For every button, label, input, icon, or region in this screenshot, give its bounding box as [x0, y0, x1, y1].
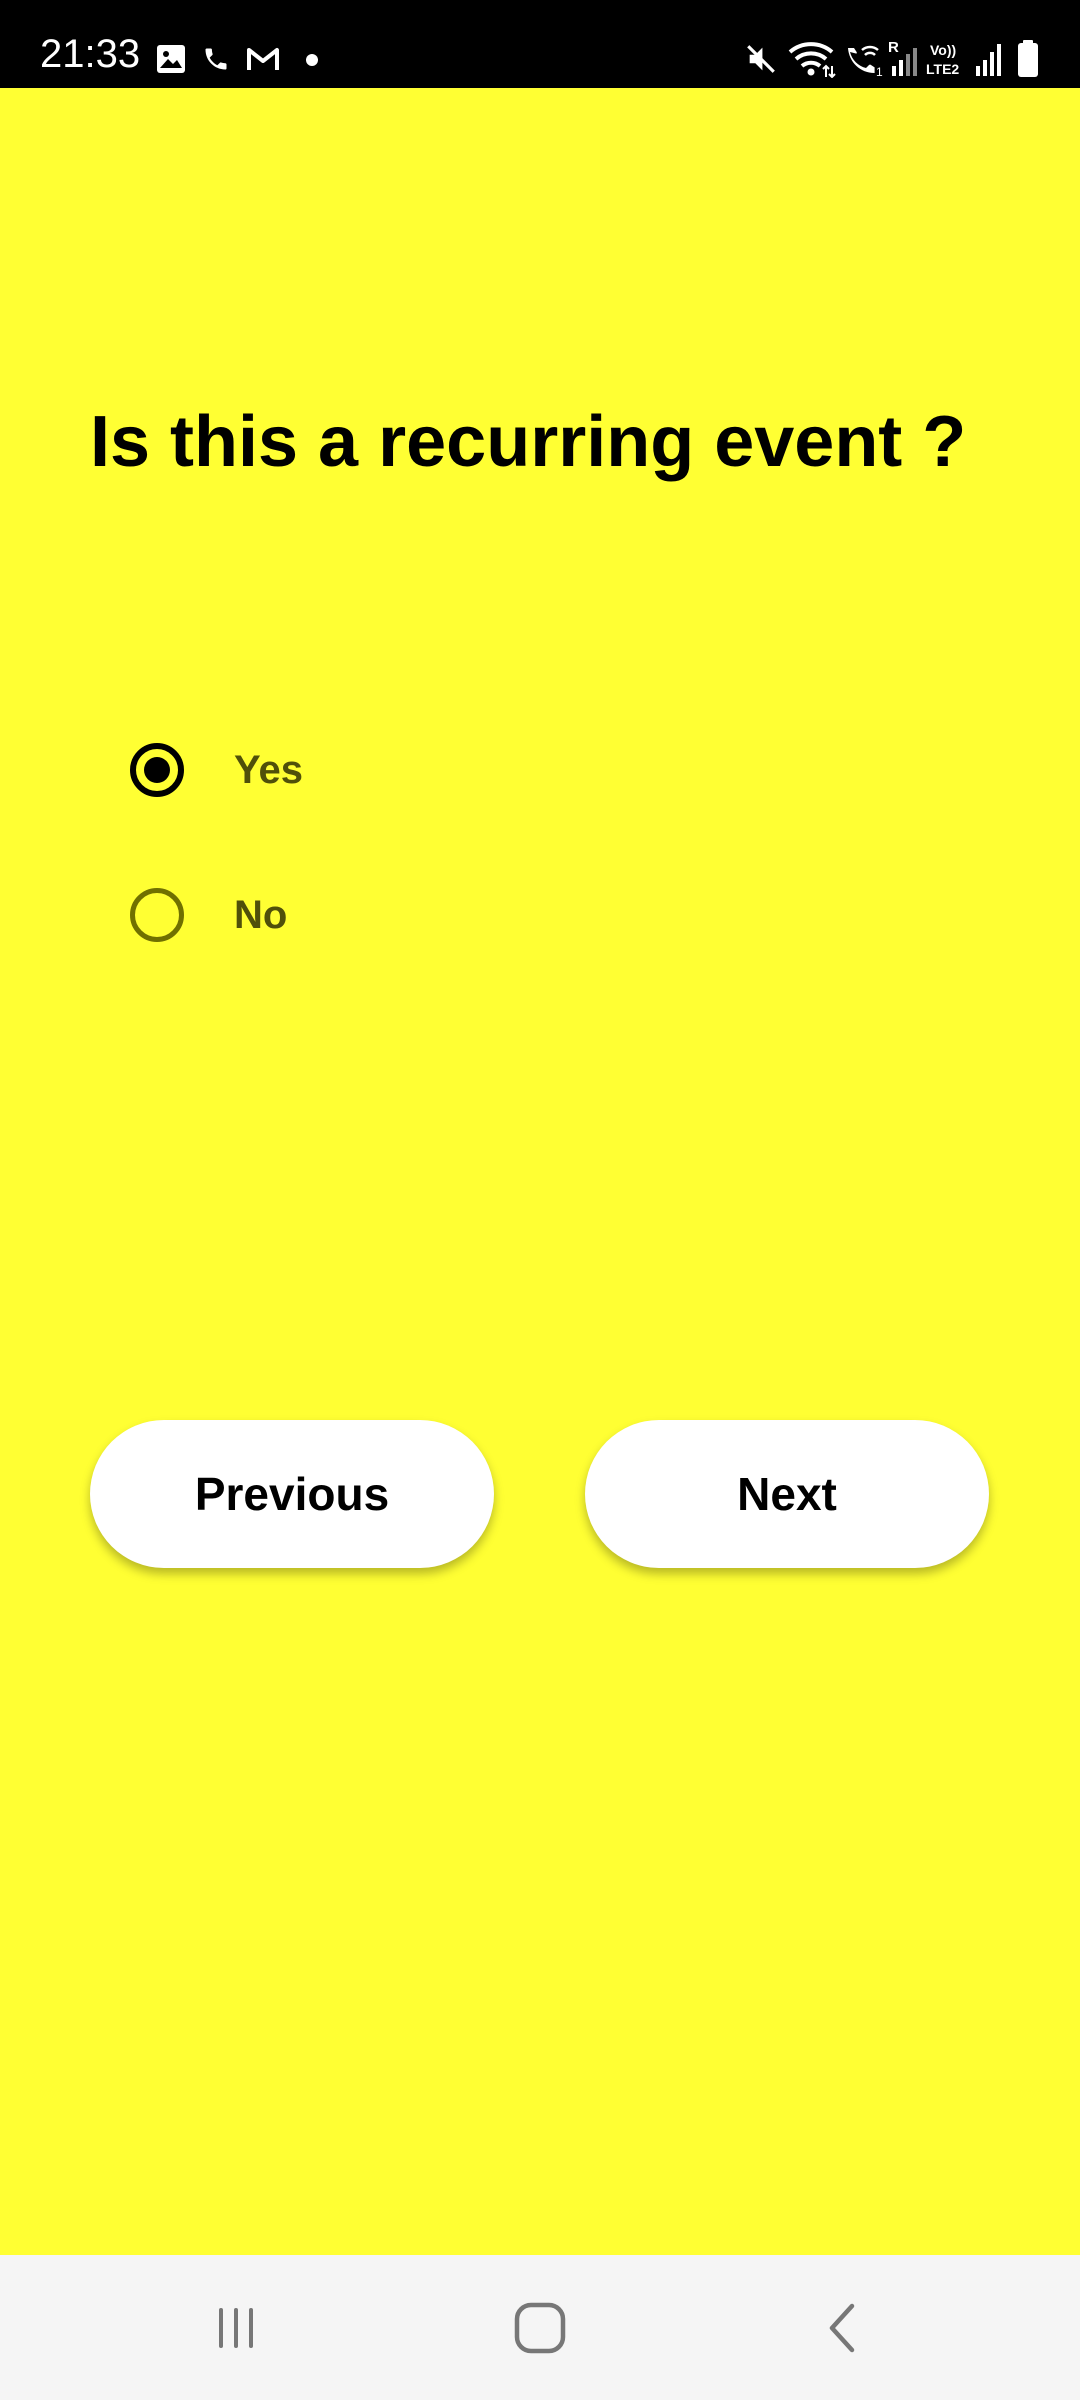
next-button[interactable]: Next [585, 1420, 989, 1568]
mute-icon [747, 45, 775, 73]
option-yes-label: Yes [234, 747, 303, 792]
signal-icon [976, 44, 1001, 76]
signal-r-icon: R [888, 39, 917, 76]
home-icon [514, 2302, 566, 2353]
question-title: Is this a recurring event ? [90, 402, 967, 482]
previous-button[interactable]: Previous [90, 1420, 494, 1568]
volte2-icon: Vo)) LTE2 [926, 42, 959, 77]
back-button[interactable] [772, 2255, 912, 2400]
image-icon [157, 45, 185, 73]
volte-top-label: Vo)) [930, 42, 956, 58]
option-no-label: No [234, 892, 288, 937]
radio-dot [144, 757, 170, 783]
recent-apps-icon [219, 2307, 253, 2348]
wifi-calling-icon: 1 [848, 45, 883, 78]
option-yes[interactable]: Yes [130, 730, 550, 810]
radio-unchecked-icon[interactable] [130, 888, 184, 942]
roaming-label: R [888, 39, 899, 56]
home-button[interactable] [470, 2255, 610, 2400]
notification-dot-icon [306, 54, 318, 66]
back-icon [829, 2303, 855, 2352]
navigation-bar [0, 2255, 1080, 2400]
battery-icon [1018, 40, 1038, 77]
option-no[interactable]: No [130, 875, 550, 955]
status-bar: 21:33 1 R Vo)) LTE2 [0, 0, 1080, 88]
wifi-icon [788, 42, 836, 78]
radio-checked-icon[interactable] [130, 743, 184, 797]
svg-text:1: 1 [876, 65, 883, 78]
volte-bottom-label: LTE2 [926, 61, 959, 77]
recent-apps-button[interactable] [166, 2255, 306, 2400]
status-time: 21:33 [40, 32, 141, 76]
phone-icon [205, 48, 227, 70]
gmail-icon [247, 48, 279, 70]
